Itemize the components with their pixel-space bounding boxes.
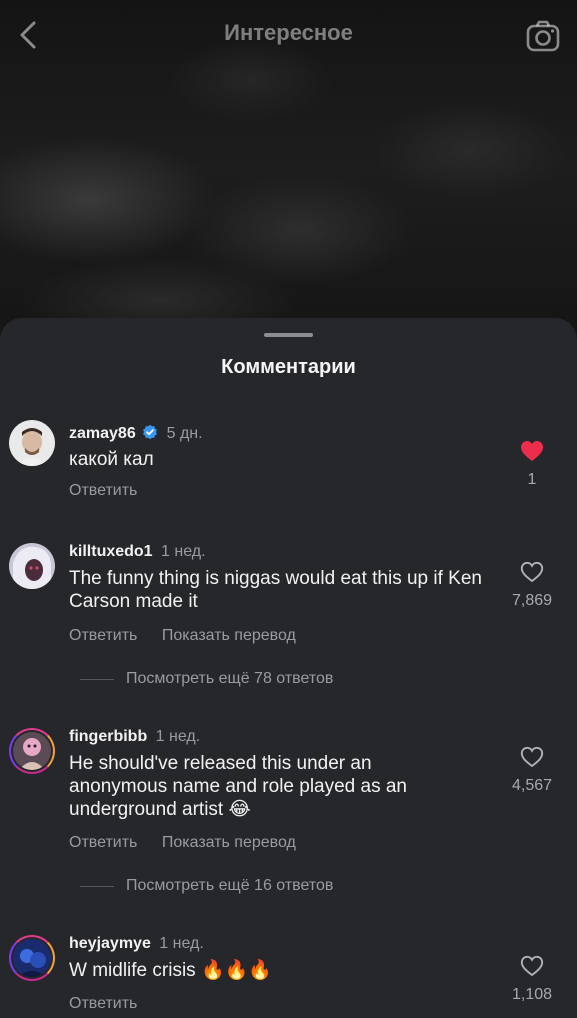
view-more-replies-label: Посмотреть ещё 78 ответов (126, 670, 334, 687)
comment-text: He should've released this under an anon… (69, 753, 408, 820)
view-more-replies[interactable]: Посмотреть ещё 78 ответов (80, 670, 333, 688)
avatar[interactable] (9, 728, 55, 774)
like-count: 1,108 (511, 986, 553, 1003)
comment-time: 1 нед. (159, 935, 204, 952)
comment-time: 1 нед. (155, 728, 201, 745)
avatar[interactable] (9, 420, 55, 466)
translate-button[interactable]: Показать перевод (162, 834, 296, 851)
divider (80, 885, 114, 887)
reply-button[interactable]: Ответить (69, 995, 137, 1009)
divider (80, 678, 114, 680)
reply-button[interactable]: Ответить (69, 627, 137, 644)
comment-text: W midlife crisis 🔥🔥🔥 (69, 960, 272, 981)
heart-outline-icon (520, 561, 544, 583)
page-title: Интересное (224, 20, 353, 45)
reply-button[interactable]: Ответить (69, 482, 137, 499)
like-button[interactable]: 1,108 (497, 955, 567, 1004)
avatar-photo (13, 732, 51, 770)
like-button[interactable]: 7,869 (497, 561, 567, 610)
comment-username[interactable]: fingerbibb (69, 728, 147, 745)
comment-username[interactable]: zamay86 (69, 425, 136, 442)
avatar[interactable] (9, 935, 55, 981)
camera-icon (526, 20, 560, 52)
comment-username[interactable]: killtuxedo1 (69, 543, 153, 560)
camera-button[interactable] (525, 18, 561, 54)
like-count: 4,567 (511, 777, 553, 794)
like-button[interactable]: 1 (497, 440, 567, 489)
reply-button[interactable]: Ответить (69, 834, 137, 851)
comments-sheet: Комментарии zamay86 5 дн. какой кал Отве… (0, 318, 577, 1018)
view-more-replies-label: Посмотреть ещё 16 ответов (126, 877, 334, 894)
heart-outline-icon (520, 955, 544, 977)
comment-username[interactable]: heyjaymye (69, 935, 151, 952)
comment-text: какой кал (69, 449, 154, 470)
like-count: 1 (527, 471, 537, 488)
avatar-photo (9, 420, 55, 466)
view-more-replies[interactable]: Посмотреть ещё 16 ответов (80, 877, 333, 895)
avatar[interactable] (9, 543, 55, 589)
avatar-photo (13, 939, 51, 977)
top-bar: Интересное (0, 0, 577, 70)
comment-time: 5 дн. (166, 425, 203, 442)
like-count: 7,869 (511, 592, 553, 609)
heart-filled-icon (521, 441, 543, 461)
sheet-grabber[interactable] (264, 333, 313, 337)
verified-badge-icon (143, 424, 158, 440)
comment-time: 1 нед. (161, 543, 206, 560)
avatar-photo (9, 543, 55, 589)
translate-button[interactable]: Показать перевод (162, 627, 296, 644)
comment-text: The funny thing is niggas would eat this… (69, 568, 482, 612)
heart-outline-icon (520, 746, 544, 768)
sheet-title: Комментарии (221, 356, 356, 378)
like-button[interactable]: 4,567 (497, 746, 567, 795)
